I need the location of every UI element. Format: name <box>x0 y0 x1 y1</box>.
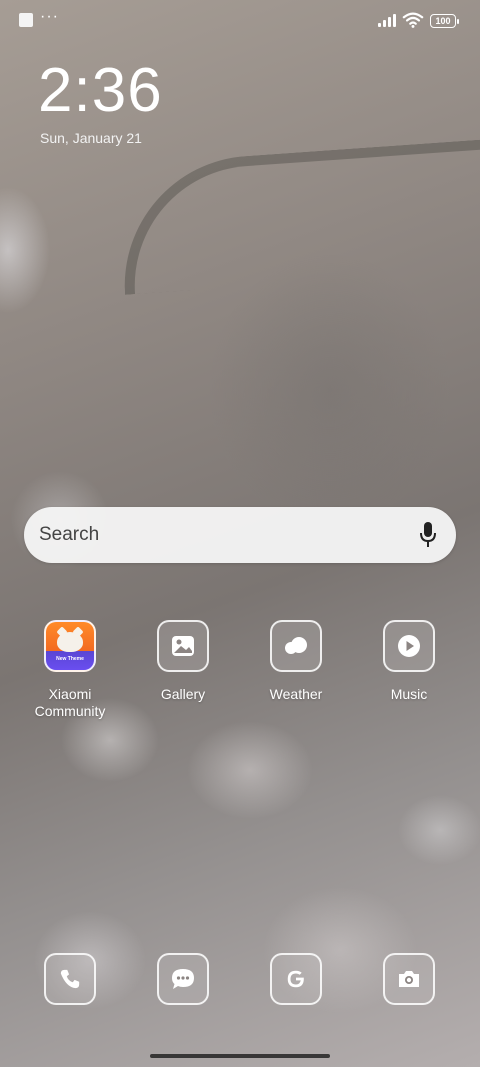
wifi-icon <box>402 12 424 28</box>
app-label: Gallery <box>160 686 206 702</box>
xiaomi-community-icon: New Theme <box>44 620 96 672</box>
clock-date[interactable]: Sun, January 21 <box>40 130 142 146</box>
more-notifications-indicator: ··· <box>40 8 59 25</box>
wallpaper-ridge <box>115 135 480 295</box>
app-label: Music <box>390 686 428 702</box>
search-placeholder: Search <box>39 524 100 545</box>
clock-time[interactable]: 2:36 <box>38 56 163 126</box>
app-music[interactable]: Music <box>359 620 459 703</box>
app-gallery[interactable]: Gallery <box>133 620 233 703</box>
phone-icon <box>44 953 96 1005</box>
status-bar: ··· 100 <box>0 0 480 40</box>
messages-icon <box>157 953 209 1005</box>
music-icon <box>383 620 435 672</box>
search-bar[interactable]: Search <box>24 507 456 563</box>
home-indicator[interactable] <box>150 1054 330 1058</box>
notification-icon <box>19 13 33 27</box>
battery-indicator: 100 <box>430 14 459 28</box>
app-label: Weather <box>269 686 323 702</box>
community-badge: New Theme <box>56 656 84 662</box>
signal-icon <box>378 13 398 27</box>
dock-google[interactable] <box>246 953 346 1005</box>
camera-icon <box>383 953 435 1005</box>
weather-icon <box>270 620 322 672</box>
app-xiaomi-community[interactable]: New Theme Xiaomi Community <box>20 620 120 720</box>
dock-phone[interactable] <box>20 953 120 1005</box>
google-icon <box>270 953 322 1005</box>
dock-messages[interactable] <box>133 953 233 1005</box>
dock-camera[interactable] <box>359 953 459 1005</box>
app-weather[interactable]: Weather <box>246 620 346 703</box>
microphone-icon[interactable] <box>418 521 438 549</box>
app-label: Xiaomi Community <box>34 686 106 719</box>
gallery-icon <box>157 620 209 672</box>
